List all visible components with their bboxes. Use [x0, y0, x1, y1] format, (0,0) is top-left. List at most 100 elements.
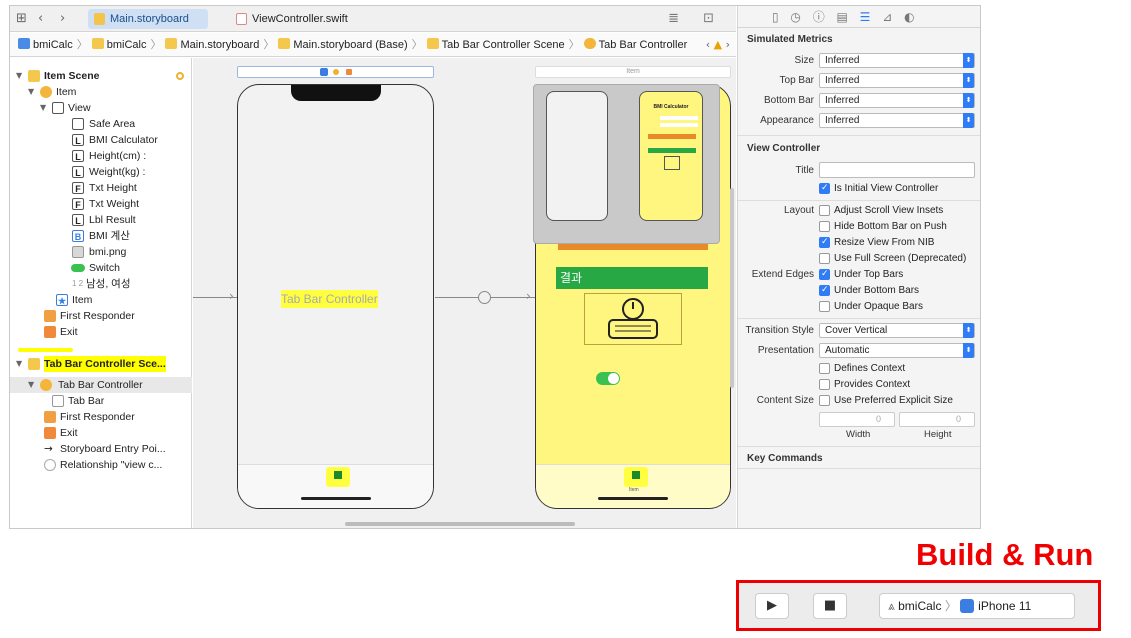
under-top-checkbox[interactable]: Under Top Bars: [819, 268, 903, 281]
outline-exit[interactable]: Exit: [10, 324, 192, 340]
transition-select[interactable]: Cover Vertical ⬍: [819, 323, 975, 338]
full-screen-checkbox[interactable]: Use Full Screen (Deprecated): [819, 252, 966, 265]
swift-file-icon: [236, 13, 247, 25]
outline-lbl-result[interactable]: L Lbl Result: [10, 212, 192, 228]
back-arrow-icon[interactable]: ‹: [38, 11, 43, 26]
breadcrumb-scene[interactable]: Tab Bar Controller Scene: [426, 33, 565, 57]
height-stepper[interactable]: 0: [899, 412, 975, 427]
preview-tbc: [546, 91, 608, 221]
outline-bmi-image[interactable]: bmi.png: [10, 244, 192, 260]
tbc-label: Tab Bar Controller: [281, 290, 378, 308]
breadcrumb-storyboard[interactable]: Main.storyboard: [165, 33, 259, 57]
inspector-tabs[interactable]: ▯ ◷ ⓘ ▤ ☰ ⊿ ◐: [738, 6, 980, 28]
entry-arrow-head-icon: ›: [229, 289, 234, 303]
outline-safe-area[interactable]: Safe Area: [10, 116, 192, 132]
appearance-select[interactable]: Inferred ⬍: [819, 113, 975, 128]
presentation-label: Presentation: [757, 345, 814, 356]
scale-icon: [608, 298, 658, 339]
result-label: 결과: [556, 267, 708, 289]
forward-arrow-icon[interactable]: ›: [60, 11, 65, 26]
breadcrumb-folder[interactable]: bmiCalc: [91, 33, 146, 57]
tab-main-storyboard[interactable]: Main.storyboard: [88, 9, 208, 29]
editor-tab-bar: ⊞ ‹ › Main.storyboard ViewController.swi…: [10, 6, 736, 32]
width-label: Width: [846, 429, 871, 440]
gender-switch[interactable]: [596, 372, 620, 385]
outline-relationship[interactable]: Relationship "view c...: [10, 457, 192, 473]
outline-tbc[interactable]: ▼ Tab Bar Controller: [10, 377, 192, 393]
top-bar-select[interactable]: Inferred ⬍: [819, 73, 975, 88]
tbc-tab-strip: [238, 464, 433, 508]
tab-item-icon: [334, 471, 342, 479]
grid-icon[interactable]: ⊞: [16, 11, 27, 26]
under-opaque-checkbox[interactable]: Under Opaque Bars: [819, 300, 923, 313]
arrow-right-icon: →: [44, 443, 53, 455]
canvas-horizontal-scrollbar[interactable]: [345, 522, 575, 526]
outline-label-height[interactable]: L Height(cm) :: [10, 148, 192, 164]
preferred-size-checkbox[interactable]: Use Preferred Explicit Size: [819, 394, 953, 407]
presentation-select[interactable]: Automatic ⬍: [819, 343, 975, 358]
outline-segmented[interactable]: 1 2 남성, 여성: [10, 276, 192, 292]
bottom-bar-select[interactable]: Inferred ⬍: [819, 93, 975, 108]
run-button[interactable]: ▶: [755, 593, 789, 619]
attributes-inspector: ▯ ◷ ⓘ ▤ ☰ ⊿ ◐ Simulated Metrics Size Inf…: [737, 6, 980, 528]
outline-entry-point[interactable]: → Storyboard Entry Poi...: [10, 441, 192, 457]
outline-item-scene[interactable]: ▼ Item Scene: [10, 68, 192, 84]
outline-bmi-button[interactable]: B BMI 계산: [10, 228, 192, 244]
outline-tbc-scene[interactable]: ▼ Tab Bar Controller Sce...: [10, 356, 192, 372]
initial-vc-checkbox[interactable]: Is Initial View Controller: [819, 182, 938, 195]
issue-navigation[interactable]: ‹ ▲ ›: [706, 33, 730, 57]
breadcrumb-project[interactable]: bmiCalc: [18, 33, 73, 57]
width-stepper[interactable]: 0: [819, 412, 895, 427]
under-bottom-checkbox[interactable]: Under Bottom Bars: [819, 284, 919, 297]
resize-nib-checkbox[interactable]: Resize View From NIB: [819, 236, 934, 249]
size-label: Size: [794, 55, 814, 66]
breadcrumb: bmiCalc 〉 bmiCalc 〉 Main.storyboard 〉 Main.sto…: [10, 33, 736, 57]
defines-context-checkbox[interactable]: Defines Context: [819, 362, 905, 375]
canvas-vertical-scrollbar[interactable]: [730, 188, 734, 388]
breadcrumb-storyboard-base[interactable]: Main.storyboard (Base): [278, 33, 408, 57]
storyboard-file-icon: [94, 13, 105, 25]
outline-exit-2[interactable]: Exit: [10, 425, 192, 441]
scene-indicator-icon: [176, 72, 184, 80]
breadcrumb-controller[interactable]: Tab Bar Controller: [583, 33, 687, 57]
editor-options-icon[interactable]: ≣ ⊡: [668, 11, 724, 26]
size-select[interactable]: Inferred ⬍: [819, 53, 975, 68]
outline-switch[interactable]: Switch: [10, 260, 192, 276]
bottom-bar-label: Bottom Bar: [763, 95, 814, 106]
stop-button[interactable]: ■: [813, 593, 847, 619]
outline-first-responder-2[interactable]: First Responder: [10, 409, 192, 425]
run-toolbar: ▶ ■ ⩓ bmiCalc 〉 iPhone 11: [736, 580, 1101, 631]
outline-label-weight[interactable]: L Weight(kg) :: [10, 164, 192, 180]
warning-icon: ▲: [713, 38, 723, 51]
preview-item: BMI Calculator: [639, 91, 703, 221]
provides-context-checkbox[interactable]: Provides Context: [819, 378, 910, 391]
section-simulated-metrics: Simulated Metrics: [747, 34, 833, 45]
relationship-arrow-head-icon: ›: [526, 289, 531, 303]
item-scene-bar[interactable]: Item: [535, 66, 731, 78]
device-name: iPhone 11: [978, 599, 1032, 613]
simulator-icon: [960, 599, 975, 613]
height-label: Height: [924, 429, 952, 440]
outline-txt-weight[interactable]: F Txt Weight: [10, 196, 192, 212]
tbc-scene-bar[interactable]: [237, 66, 434, 78]
top-bar-label: Top Bar: [779, 75, 814, 86]
outline-label-bmi[interactable]: L BMI Calculator: [10, 132, 192, 148]
relationship-segue-icon[interactable]: [478, 291, 491, 304]
chevron-right-icon: 〉: [944, 599, 957, 613]
outline-item[interactable]: ▼ Item: [10, 84, 192, 100]
xcode-window: ⊞ ‹ › Main.storyboard ViewController.swi…: [9, 5, 981, 529]
build-run-title: Build & Run: [916, 537, 1094, 572]
scheme-selector[interactable]: ⩓ bmiCalc 〉 iPhone 11: [879, 593, 1075, 619]
storyboard-canvas[interactable]: Tab Bar Controller › › Item 결과 Item BMI …: [193, 58, 736, 528]
outline-view[interactable]: ▼ View: [10, 100, 192, 116]
adjust-scroll-checkbox[interactable]: Adjust Scroll View Insets: [819, 204, 943, 217]
transition-label: Transition Style: [745, 325, 814, 336]
tab-viewcontroller-swift[interactable]: ViewController.swift: [230, 9, 380, 29]
outline-first-responder[interactable]: First Responder: [10, 308, 192, 324]
outline-tab-bar[interactable]: Tab Bar: [10, 393, 192, 409]
highlight-mark: [18, 348, 73, 352]
outline-txt-height[interactable]: F Txt Height: [10, 180, 192, 196]
outline-tab-item[interactable]: ★ Item: [10, 292, 192, 308]
title-field[interactable]: [819, 162, 975, 178]
hide-bottom-checkbox[interactable]: Hide Bottom Bar on Push: [819, 220, 947, 233]
